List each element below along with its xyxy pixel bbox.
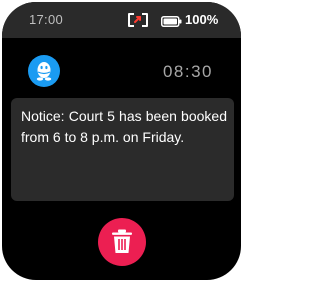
delete-button[interactable] (98, 218, 146, 266)
status-bar: 17:00 100% (2, 2, 241, 38)
watch-screen: 17:00 100% 08:30 Notice: Court 5 has bee… (2, 2, 241, 280)
qq-penguin-icon (28, 55, 60, 87)
notification-text: Notice: Court 5 has been booked from 6 t… (21, 108, 227, 145)
call-forward-icon (127, 12, 149, 28)
trash-icon (112, 229, 132, 253)
battery-level: 100% (185, 12, 219, 27)
status-time: 17:00 (29, 12, 64, 27)
notification-card: Notice: Court 5 has been booked from 6 t… (11, 98, 234, 201)
battery-icon (161, 14, 182, 27)
clock-time: 08:30 (162, 62, 213, 81)
